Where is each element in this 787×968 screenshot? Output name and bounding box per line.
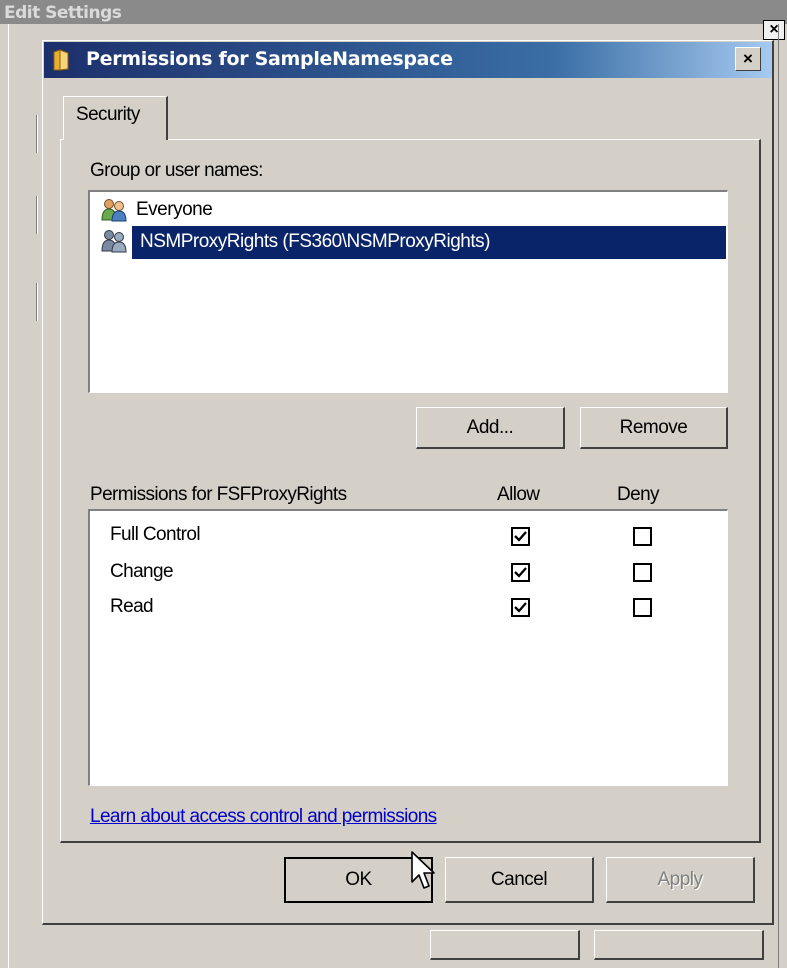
deny-header: Deny [617,484,660,505]
mouse-cursor-icon [410,850,438,894]
deny-checkbox[interactable] [633,563,652,582]
add-button[interactable]: Add... [416,407,565,449]
tab-security-label: Security [76,104,140,125]
allow-checkbox[interactable] [511,598,530,617]
permissions-header: Permissions for FSFProxyRights [90,484,347,505]
cancel-button[interactable]: Cancel [445,857,594,903]
allow-checkbox[interactable] [511,527,530,546]
permissions-list [88,509,728,786]
allow-checkbox[interactable] [511,563,530,582]
user-group-icon [100,229,130,253]
user-group-icon [100,198,130,222]
list-item[interactable]: Everyone [136,199,213,221]
folder-icon [52,49,72,71]
background-divider [36,115,38,153]
list-item-selected[interactable]: NSMProxyRights (FS360\NSMProxyRights) [140,231,490,253]
allow-header: Allow [497,484,540,505]
apply-button[interactable]: Apply [606,857,755,903]
dialog-close-button[interactable]: × [735,47,761,71]
background-divider [36,196,38,234]
permission-name: Read [110,596,154,617]
background-dialog-title: Edit Settings [4,3,122,23]
background-ok-button[interactable] [430,930,580,960]
deny-checkbox[interactable] [633,598,652,617]
permission-name: Change [110,561,174,582]
learn-about-permissions-link[interactable]: Learn about access control and permissio… [90,806,437,828]
background-divider [36,283,38,321]
deny-checkbox[interactable] [633,527,652,546]
background-cancel-button[interactable] [594,930,764,960]
permission-name: Full Control [110,524,201,545]
group-names-label: Group or user names: [90,160,263,181]
remove-button[interactable]: Remove [580,407,728,449]
dialog-title: Permissions for SampleNamespace [86,48,453,70]
